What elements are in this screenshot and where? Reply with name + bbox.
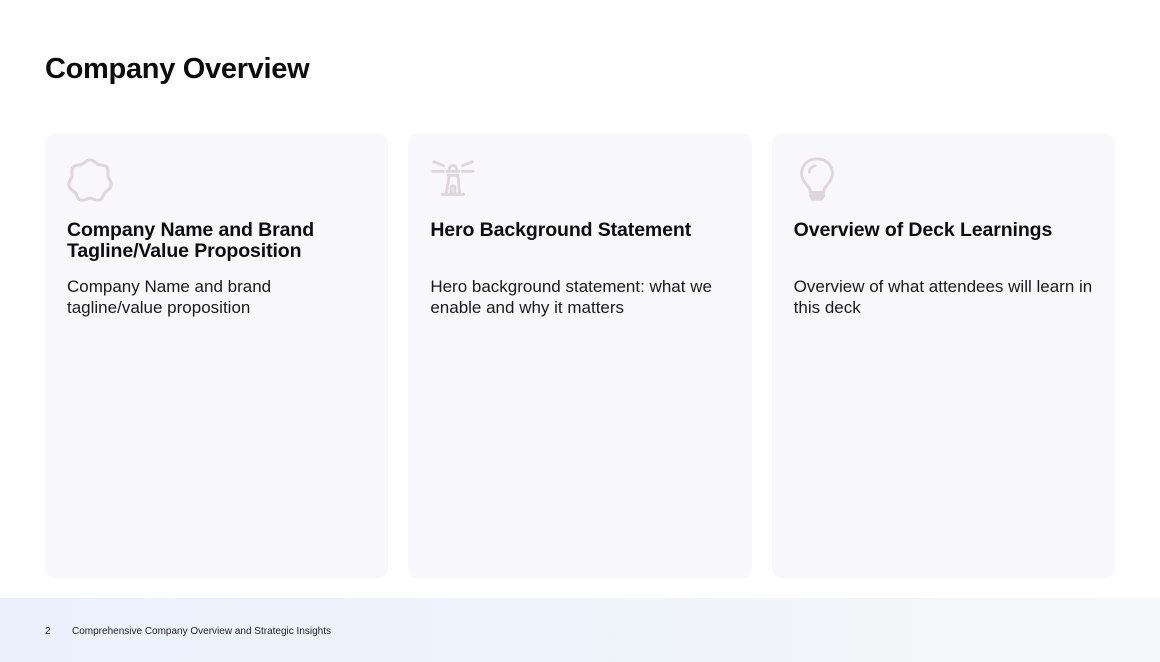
- card-title: Company Name and Brand Tagline/Value Pro…: [67, 219, 315, 262]
- lighthouse-icon: [430, 156, 476, 202]
- card-company-name: Company Name and Brand Tagline/Value Pro…: [45, 134, 389, 578]
- footer-bar: 2 Comprehensive Company Overview and Str…: [0, 598, 1160, 662]
- card-deck-learnings: Overview of Deck Learnings Overview of w…: [771, 134, 1115, 578]
- card-body: Hero background statement: what we enabl…: [430, 277, 712, 317]
- card-title: Overview of Deck Learnings: [793, 219, 1053, 241]
- flower-badge-icon: [67, 156, 113, 202]
- card-hero-background: Hero Background Statement Hero backgroun…: [408, 134, 752, 578]
- footer-caption: Comprehensive Company Overview and Strat…: [72, 626, 332, 637]
- card-row: Company Name and Brand Tagline/Value Pro…: [45, 134, 1115, 578]
- card-body: Overview of what attendees will learn in…: [793, 277, 1093, 317]
- page-number: 2: [45, 626, 51, 637]
- lightbulb-icon: [794, 156, 840, 202]
- card-body: Company Name and brand tagline/value pro…: [67, 277, 272, 317]
- page-title: Company Overview: [45, 53, 310, 85]
- card-title: Hero Background Statement: [430, 219, 692, 241]
